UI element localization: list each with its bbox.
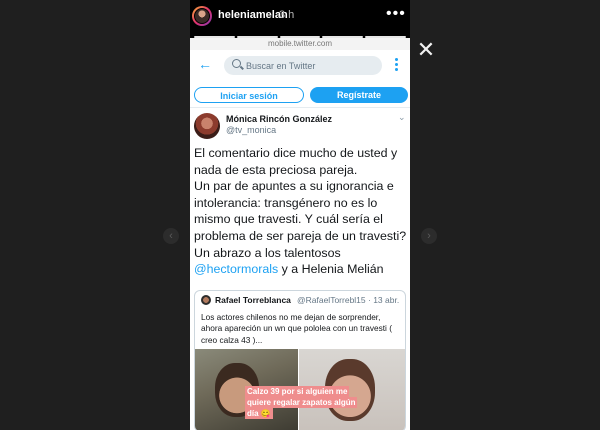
story-caption: Calzo 39 por si alguien me quiere regala… bbox=[245, 386, 360, 419]
tweet-author-handle: @tv_monica bbox=[226, 125, 277, 135]
tweet-paragraph: Un par de apuntes a su ignorancia e into… bbox=[194, 179, 407, 243]
quoted-text: Los actores chilenos no me dejan de sorp… bbox=[201, 312, 392, 345]
tweet-paragraph-end: y a Helenia Melián bbox=[278, 262, 384, 277]
quoted-author-name: Rafael Torreblanca bbox=[215, 295, 291, 305]
story-header: heleniamelan 3 h ••• bbox=[190, 0, 410, 36]
story-username[interactable]: heleniamelan bbox=[218, 9, 288, 21]
search-icon bbox=[232, 59, 241, 68]
tweet-author-name[interactable]: Mónica Rincón González bbox=[226, 114, 332, 124]
twitter-screenshot: ← Iniciar sesión Regístrate Mónica Rincó… bbox=[190, 50, 410, 430]
quoted-tweet[interactable]: Rafael Torreblanca @RafaelTorrebl15 · 13… bbox=[194, 290, 406, 430]
tweet-text: El comentario dice mucho de usted y nada… bbox=[194, 145, 408, 278]
vertical-dots-icon[interactable] bbox=[395, 58, 399, 72]
quoted-author-avatar bbox=[201, 295, 211, 305]
tweet-paragraph: Un abrazo a los talentosos @hectormorals … bbox=[194, 245, 408, 278]
twitter-nav-bar: ← bbox=[190, 50, 410, 82]
previous-story-button[interactable]: ‹ bbox=[163, 228, 179, 244]
tweet-paragraph-start: Un abrazo a los talentosos bbox=[194, 245, 341, 260]
search-box[interactable] bbox=[224, 56, 382, 75]
next-story-button[interactable]: › bbox=[421, 228, 437, 244]
backdrop-right bbox=[410, 0, 600, 430]
story-frame: heleniamelan 3 h ••• mobile.twitter.com … bbox=[190, 0, 410, 430]
quoted-handle-date: @RafaelTorrebl15 · 13 abr. bbox=[297, 295, 400, 305]
close-icon[interactable]: ✕ bbox=[414, 38, 438, 62]
story-avatar[interactable] bbox=[192, 6, 212, 26]
backdrop-left bbox=[0, 0, 190, 430]
avatar bbox=[194, 8, 210, 24]
more-options-icon[interactable]: ••• bbox=[386, 5, 406, 23]
caption-text: Calzo 39 por si alguien me quiere regala… bbox=[245, 386, 358, 419]
search-input[interactable] bbox=[246, 58, 376, 73]
url-bar: mobile.twitter.com bbox=[190, 38, 410, 50]
register-button[interactable]: Regístrate bbox=[310, 87, 408, 103]
login-button[interactable]: Iniciar sesión bbox=[194, 87, 304, 103]
chevron-down-icon[interactable]: ⌄ bbox=[398, 112, 406, 123]
story-time: 3 h bbox=[279, 9, 295, 21]
mention-link[interactable]: @hectormorals bbox=[194, 262, 278, 276]
tweet-author-avatar[interactable] bbox=[194, 113, 220, 139]
tweet-paragraph: El comentario dice mucho de usted y nada… bbox=[194, 146, 398, 177]
back-arrow-icon[interactable]: ← bbox=[198, 56, 212, 72]
divider bbox=[190, 107, 410, 108]
